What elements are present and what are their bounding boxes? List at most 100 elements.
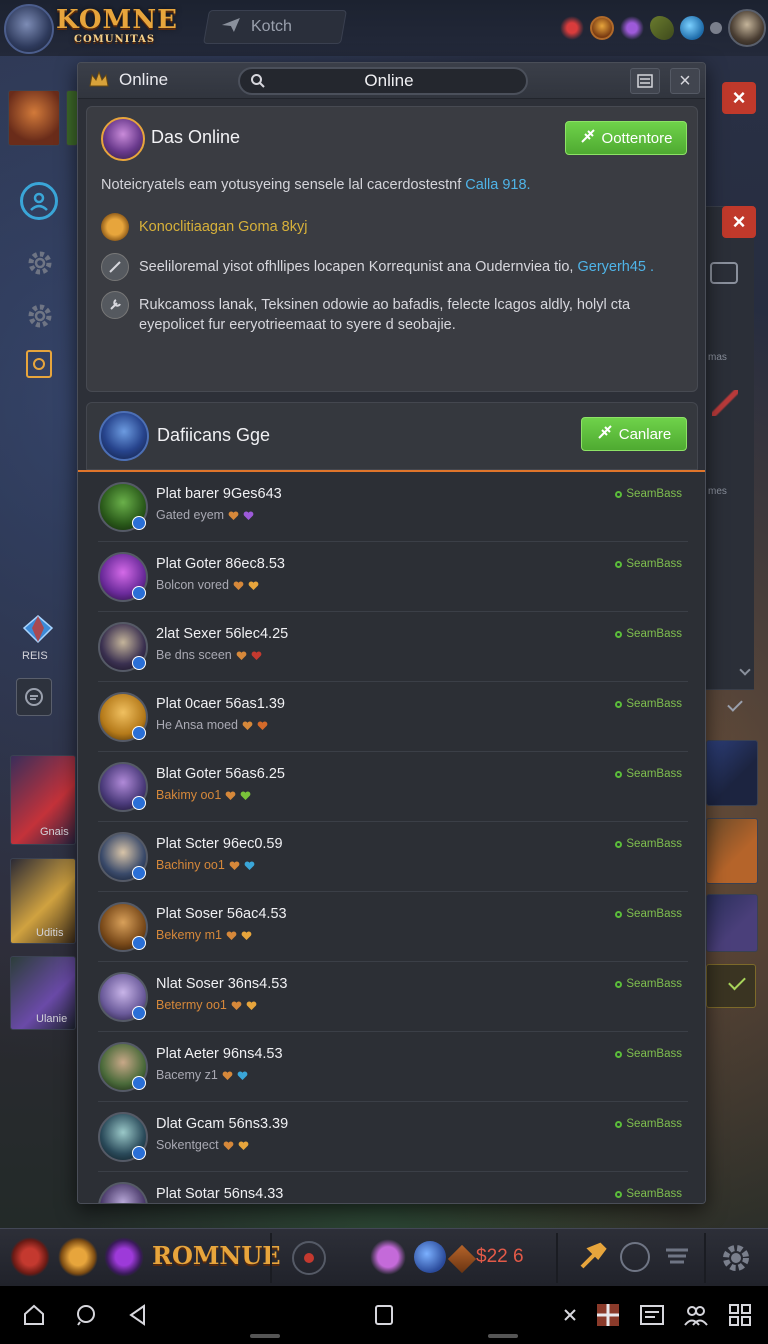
grid-icon[interactable] xyxy=(724,1300,756,1330)
status-dot-icon xyxy=(615,1120,623,1128)
online-status-text: SeamBass xyxy=(626,978,682,990)
online-status-text: SeamBass xyxy=(626,698,682,710)
card-line-2: Seeliloremal yisot ofhllipes locapen Kor… xyxy=(101,253,654,281)
controller-icon[interactable] xyxy=(710,262,738,284)
potion-icon[interactable] xyxy=(650,16,674,40)
emblem-icon-3[interactable] xyxy=(104,1237,144,1277)
sword-icon[interactable] xyxy=(712,390,738,416)
assistant-icon[interactable] xyxy=(70,1300,102,1330)
right-close-button-top[interactable]: × xyxy=(722,82,756,114)
status-dot-icon xyxy=(615,1050,623,1058)
heart-icon xyxy=(225,790,236,800)
search-input[interactable] xyxy=(274,71,504,91)
settings-icon-2[interactable] xyxy=(24,300,56,332)
right-confirm-tab[interactable] xyxy=(706,964,756,1008)
window-search[interactable] xyxy=(238,67,528,95)
player-name: Plat Soser 56ac4.53 xyxy=(156,906,287,922)
player-subtitle-text: Bakimy oo1 xyxy=(156,788,222,802)
back-icon[interactable] xyxy=(122,1300,154,1330)
list-item[interactable]: Blat Goter 56as6.25 Bakimy oo1 SeamBass xyxy=(98,752,688,822)
list-item[interactable]: Plat Aeter 96ns4.53 Bacemy z1 SeamBass xyxy=(98,1032,688,1102)
rank-badge-icon xyxy=(132,1006,146,1020)
gift-icon[interactable] xyxy=(592,1300,624,1330)
online-status-text: SeamBass xyxy=(626,768,682,780)
status-dot-icon xyxy=(615,770,623,778)
right-card-1[interactable] xyxy=(706,740,758,806)
card-avatar xyxy=(101,117,145,161)
rank-badge-icon xyxy=(132,726,146,740)
crystal-icon[interactable] xyxy=(680,16,704,40)
player-subtitle: Betermy oo1 xyxy=(156,998,257,1012)
profile-icon[interactable] xyxy=(20,182,58,220)
system-nav-bar xyxy=(0,1286,768,1344)
player-name: Plat Scter 96ec0.59 xyxy=(156,836,283,852)
gem-icon[interactable] xyxy=(620,16,644,40)
online-status-text: SeamBass xyxy=(626,1188,682,1200)
star-badge-icon[interactable] xyxy=(560,16,584,40)
compass-icon[interactable] xyxy=(620,1242,650,1272)
emblem-icon-2[interactable] xyxy=(58,1237,98,1277)
list-item[interactable]: Plat Sotar 56ns4.33 SeamBass xyxy=(98,1172,688,1203)
recents-icon[interactable] xyxy=(368,1300,400,1330)
emblem-icon-1[interactable] xyxy=(10,1237,50,1277)
list-item[interactable]: Dlat Gcam 56ns3.39 Sokentgect SeamBass xyxy=(98,1102,688,1172)
logo-line2: COMUNITAS xyxy=(74,34,156,45)
stack-icon[interactable] xyxy=(664,1244,690,1270)
window-menu-button[interactable] xyxy=(630,68,660,94)
card-line-2-wrap: Seeliloremal yisot ofhllipes locapen Kor… xyxy=(139,253,654,277)
info-icon[interactable] xyxy=(710,22,722,34)
list-item[interactable]: Plat Soser 56ac4.53 Bekemy m1 SeamBass xyxy=(98,892,688,962)
close-icon[interactable] xyxy=(554,1300,586,1330)
top-search-tab[interactable]: Kotch xyxy=(203,10,347,44)
card-description-link[interactable]: Calla 918. xyxy=(465,177,530,193)
list-item[interactable]: Nlat Soser 36ns4.53 Betermy oo1 SeamBass xyxy=(98,962,688,1032)
clover-icon[interactable] xyxy=(370,1239,406,1275)
friend-avatar[interactable] xyxy=(728,9,766,47)
card-action-button[interactable]: Oottentore xyxy=(565,121,687,155)
list-item[interactable]: Plat 0caer 56as1.39 He Ansa moed SeamBass xyxy=(98,682,688,752)
player-avatar[interactable] xyxy=(98,1182,148,1203)
friends-icon[interactable] xyxy=(680,1300,712,1330)
top-search-label: Kotch xyxy=(251,18,292,35)
hero-portrait-icon[interactable] xyxy=(590,16,614,40)
list-item[interactable]: Plat barer 9Ges643 Gated eyem SeamBass xyxy=(98,472,688,542)
news-icon[interactable] xyxy=(636,1300,668,1330)
trophy-icon xyxy=(101,213,129,241)
bottom-game-bar: ROMNUE $22 6 xyxy=(0,1228,768,1286)
card-line-3a: Rukcamoss lanak, Teksinen odowie ao bafa… xyxy=(139,297,631,313)
search-icon xyxy=(250,73,266,89)
hammer-icon[interactable] xyxy=(576,1241,608,1273)
list-item[interactable]: 2lat Sexer 56lec4.25 Be dns sceen SeamBass xyxy=(98,612,688,682)
top-bar: KOMNE COMUNITAS Kotch xyxy=(0,0,768,56)
status-dot-icon xyxy=(615,910,623,918)
right-card-3[interactable] xyxy=(706,894,758,952)
right-card-2[interactable] xyxy=(706,818,758,884)
status-dot-icon xyxy=(615,630,623,638)
home-icon[interactable] xyxy=(18,1300,50,1330)
list-item[interactable]: Plat Goter 86ec8.53 Bolcon vored SeamBass xyxy=(98,542,688,612)
crystal-badge-icon[interactable] xyxy=(18,612,58,646)
globe-icon[interactable] xyxy=(414,1241,446,1273)
player-avatar[interactable] xyxy=(4,4,54,54)
right-close-button[interactable]: × xyxy=(722,206,756,238)
settings-icon[interactable] xyxy=(24,247,56,279)
list-item[interactable]: Plat Scter 96ec0.59 Bachiny oo1 SeamBass xyxy=(98,822,688,892)
heart-icon xyxy=(226,930,237,940)
section-action-button[interactable]: Canlare xyxy=(581,417,687,451)
left-hero-thumb[interactable] xyxy=(8,90,60,146)
player-subtitle: Sokentgect xyxy=(156,1138,249,1152)
player-subtitle-text: Be dns sceen xyxy=(156,648,232,662)
bottom-logo: ROMNUE xyxy=(152,1241,281,1270)
card-action-label: Oottentore xyxy=(601,129,673,147)
player-subtitle-text: Bacemy z1 xyxy=(156,1068,218,1082)
gear-icon[interactable] xyxy=(720,1242,752,1274)
card-line-2-link[interactable]: Geryerh45 . xyxy=(577,259,654,275)
window-close-button[interactable]: × xyxy=(670,68,700,94)
player-name: Plat Goter 86ec8.53 xyxy=(156,556,285,572)
gem-icon xyxy=(244,860,255,870)
target-icon[interactable] xyxy=(292,1241,326,1275)
shop-icon[interactable] xyxy=(26,350,52,378)
player-name: Plat barer 9Ges643 xyxy=(156,486,282,502)
chat-icon[interactable] xyxy=(16,678,52,716)
card-line-1: Konoclitiaagan Goma 8kyj xyxy=(101,213,307,241)
